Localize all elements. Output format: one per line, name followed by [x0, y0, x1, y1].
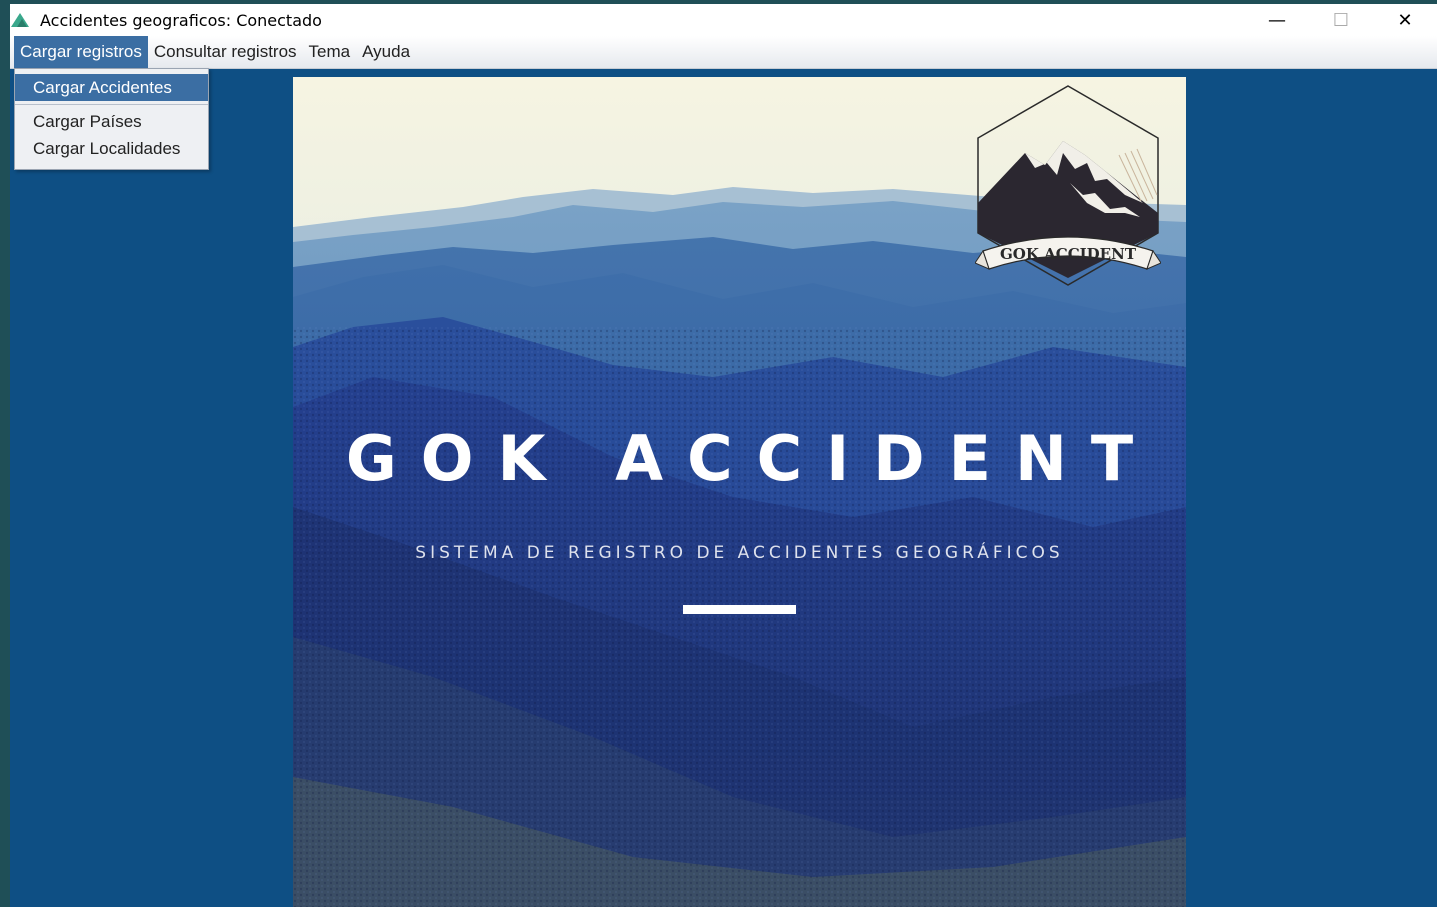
banner-image: GOK ACCIDENT GOK ACCIDENT SISTEMA DE REG…: [293, 77, 1186, 907]
banner-subtitle: SISTEMA DE REGISTRO DE ACCIDENTES GEOGRÁ…: [415, 543, 1064, 563]
logo-lettering: GOK ACCIDENT: [1000, 245, 1137, 263]
menu-cargar-registros[interactable]: Cargar registros: [14, 36, 148, 68]
minimize-button[interactable]: —: [1245, 4, 1309, 36]
app-mountain-icon: [10, 11, 30, 29]
menu-bar: Cargar registros Consultar registros Tem…: [10, 36, 1437, 69]
menu-cargar-paises[interactable]: Cargar Países: [15, 108, 208, 135]
menu-consultar-registros[interactable]: Consultar registros: [148, 36, 303, 68]
menu-tema[interactable]: Tema: [303, 36, 357, 68]
menu-cargar-accidentes[interactable]: Cargar Accidentes: [15, 74, 208, 101]
menu-cargar-localidades[interactable]: Cargar Localidades: [15, 135, 208, 162]
window-title: Accidentes geograficos: Conectado: [40, 10, 322, 30]
banner-title: GOK ACCIDENT: [345, 422, 1158, 495]
cargar-registros-dropdown: Cargar Accidentes Cargar Países Cargar L…: [14, 68, 209, 170]
app-window: Accidentes geograficos: Conectado — ☐ ✕ …: [10, 4, 1437, 907]
minimize-icon: —: [1268, 9, 1286, 31]
title-bar[interactable]: Accidentes geograficos: Conectado — ☐ ✕: [10, 4, 1437, 36]
close-button[interactable]: ✕: [1373, 4, 1437, 36]
menu-separator: [15, 104, 208, 105]
menu-ayuda[interactable]: Ayuda: [356, 36, 416, 68]
gok-accident-logo: GOK ACCIDENT: [975, 85, 1161, 286]
title-underline: [683, 605, 796, 614]
maximize-icon: ☐: [1332, 9, 1350, 31]
maximize-button[interactable]: ☐: [1309, 4, 1373, 36]
close-icon: ✕: [1397, 9, 1413, 31]
